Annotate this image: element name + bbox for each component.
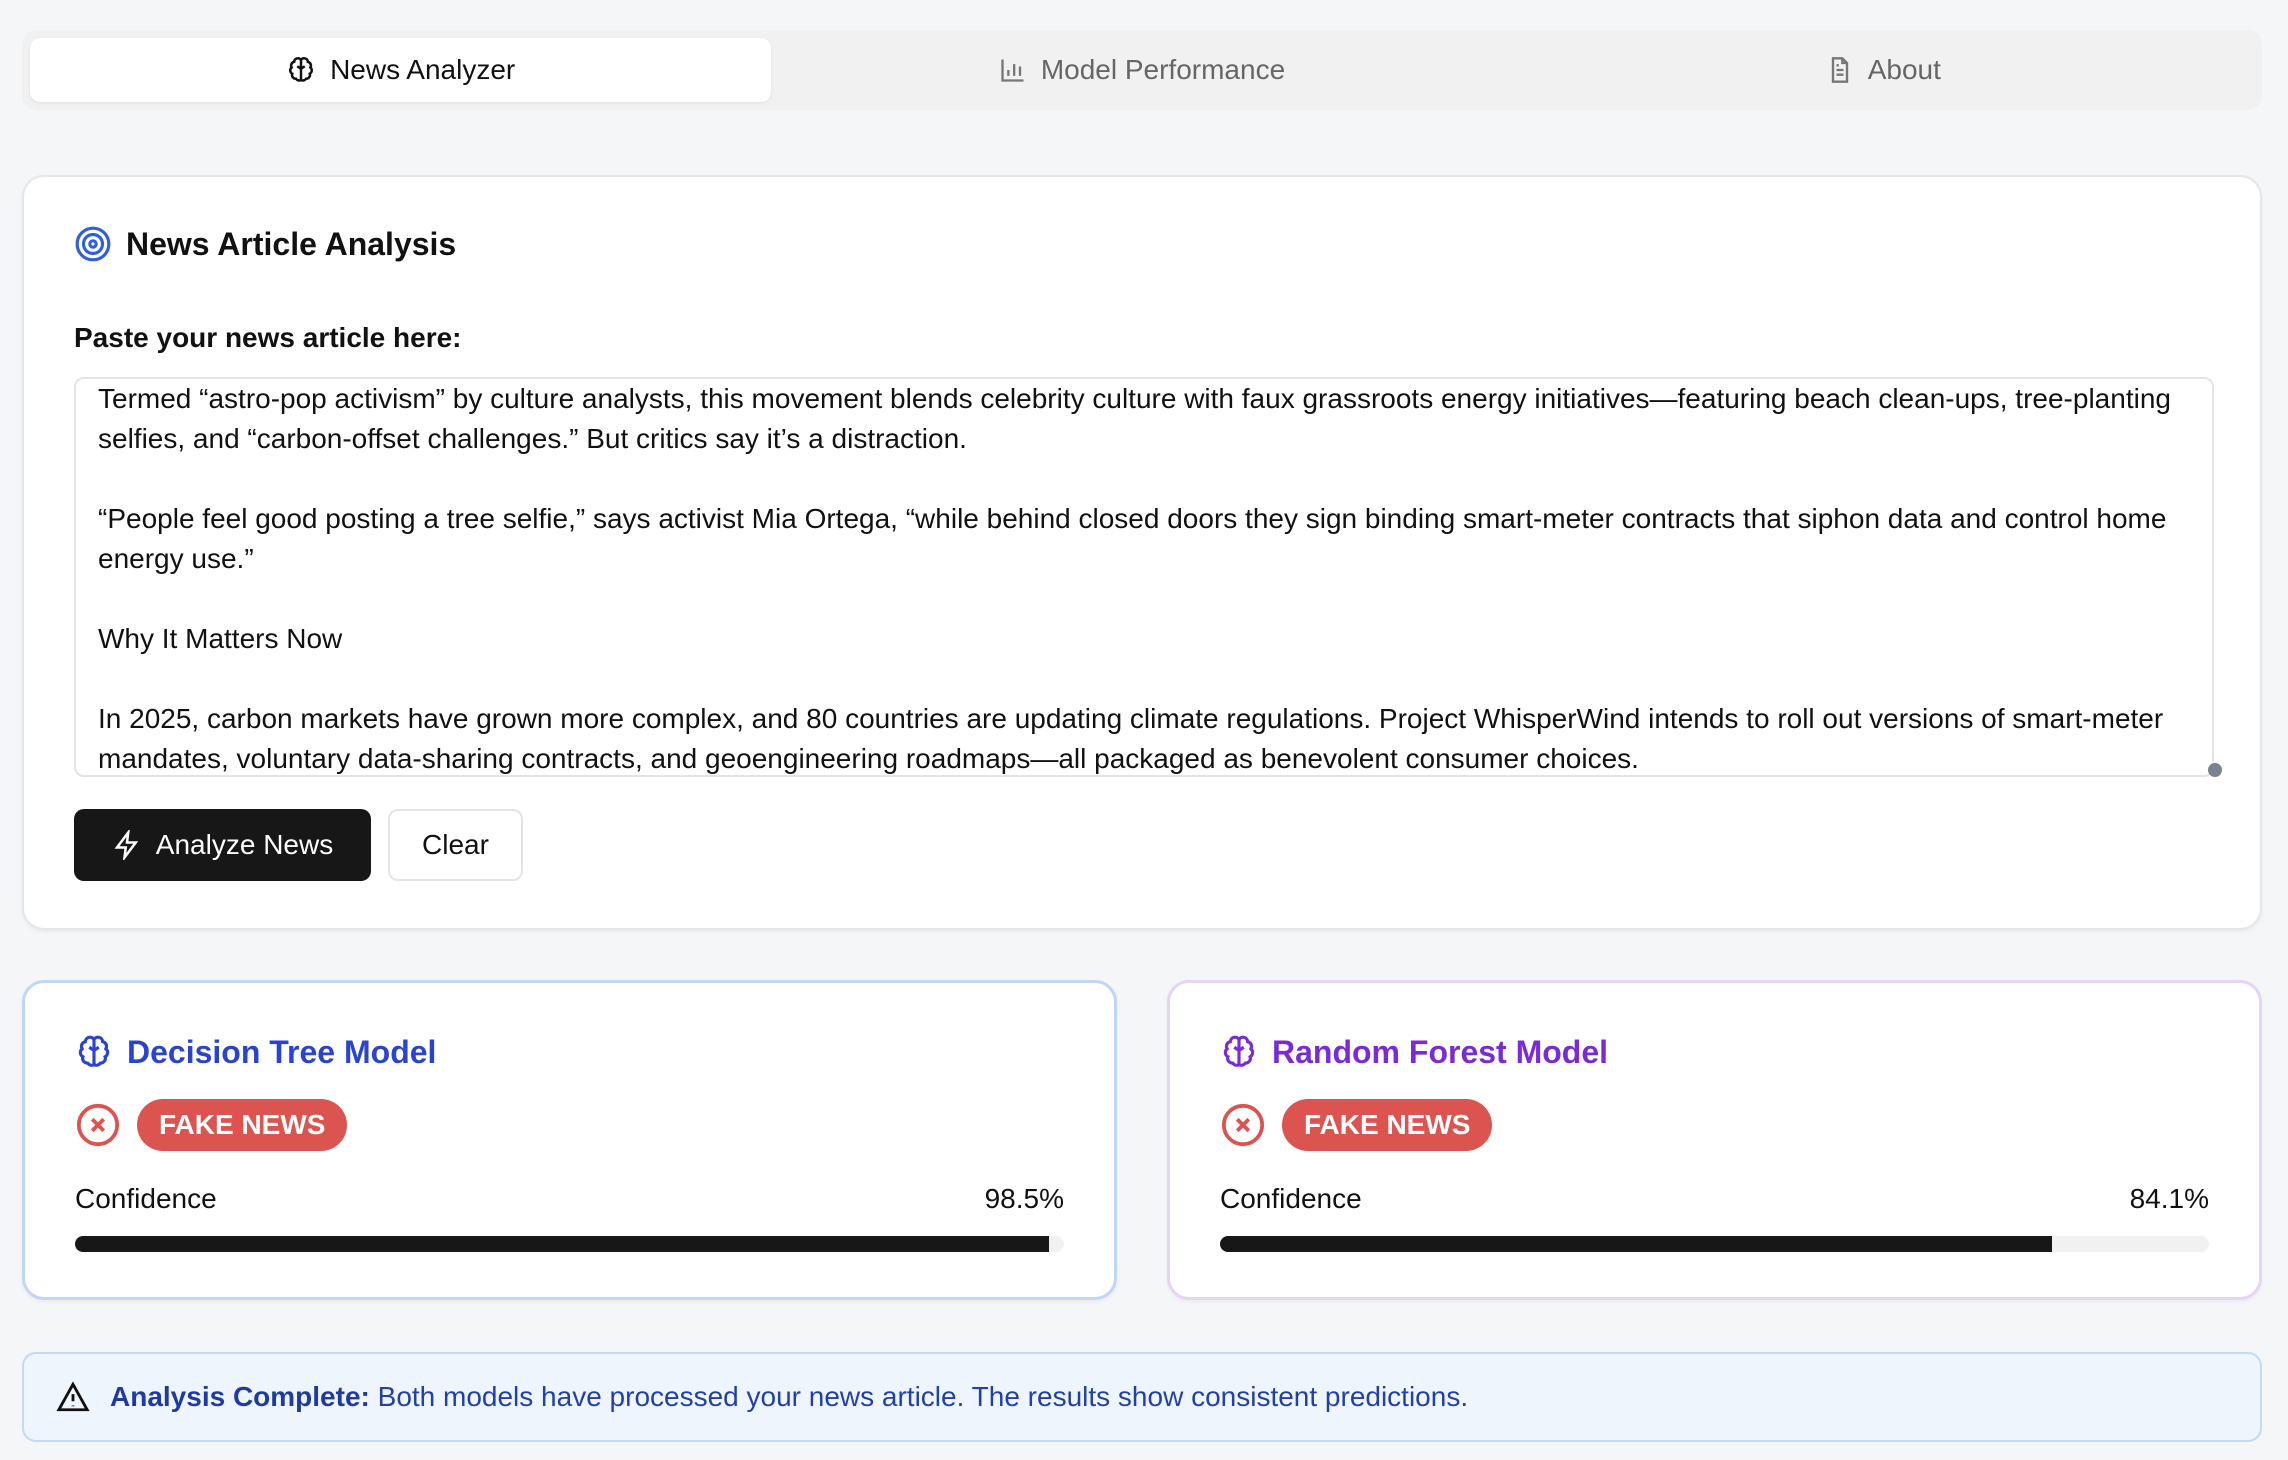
bar-chart-icon: [1001, 59, 1024, 82]
tab-label: Model Performance: [1040, 54, 1286, 85]
confidence-fill: [1220, 1236, 2052, 1252]
model-name: Random Forest Model: [1272, 1033, 1609, 1070]
article-textarea[interactable]: Termed “astro-pop activism” by culture a…: [74, 377, 2214, 777]
warning-icon: [56, 1381, 90, 1412]
alert-title: Analysis Complete:: [110, 1381, 370, 1412]
verdict: FAKE NEWS: [75, 1099, 348, 1151]
lightning-icon: [114, 830, 139, 860]
confidence-value: 98.5%: [984, 1183, 1064, 1214]
analyze-news-button[interactable]: Analyze News: [74, 809, 371, 881]
tab-label: About: [1867, 54, 1941, 85]
tab-model-performance[interactable]: Model Performance: [771, 38, 1512, 102]
tab-bar: News Analyzer Model Performance About: [22, 30, 2262, 110]
confidence-bar: [1220, 1236, 2209, 1252]
alert-text: Analysis Complete: Both models have proc…: [110, 1381, 1468, 1413]
decision-tree-card: Decision Tree Model FAKE NEWS Confidence…: [22, 980, 1117, 1300]
document-icon: [1831, 57, 1848, 83]
confidence-bar: [75, 1236, 1064, 1252]
confidence-label: Confidence: [1220, 1183, 1362, 1214]
clear-button[interactable]: Clear: [388, 809, 523, 881]
status-badge: FAKE NEWS: [137, 1099, 348, 1151]
random-forest-card: Random Forest Model FAKE NEWS Confidence…: [1167, 980, 2262, 1300]
x-circle-icon: [76, 1103, 120, 1147]
tab-about[interactable]: About: [1513, 38, 2254, 102]
status-badge: FAKE NEWS: [1282, 1099, 1493, 1151]
x-circle-icon: [1221, 1103, 1265, 1147]
analysis-title: News Article Analysis: [74, 225, 456, 263]
analysis-card: News Article Analysis Paste your news ar…: [22, 175, 2262, 930]
analyze-label: Analyze News: [155, 829, 334, 860]
target-icon: [75, 226, 111, 262]
model-name: Decision Tree Model: [127, 1033, 437, 1070]
tab-label: News Analyzer: [330, 54, 516, 85]
model-title: Random Forest Model: [1220, 1033, 1608, 1071]
alert-message: Both models have processed your news art…: [377, 1381, 1469, 1412]
confidence-label: Confidence: [75, 1183, 217, 1214]
analysis-complete-alert: Analysis Complete: Both models have proc…: [22, 1352, 2262, 1442]
confidence-fill: [75, 1236, 1050, 1252]
brain-icon: [78, 1035, 110, 1067]
brain-icon: [289, 57, 314, 82]
model-title: Decision Tree Model: [75, 1033, 436, 1071]
analysis-title-text: News Article Analysis: [126, 225, 457, 262]
tab-news-analyzer[interactable]: News Analyzer: [30, 38, 772, 102]
brain-icon: [1223, 1035, 1255, 1067]
article-label: Paste your news article here:: [74, 322, 462, 353]
confidence-value: 84.1%: [2129, 1183, 2209, 1214]
verdict: FAKE NEWS: [1220, 1099, 1493, 1151]
